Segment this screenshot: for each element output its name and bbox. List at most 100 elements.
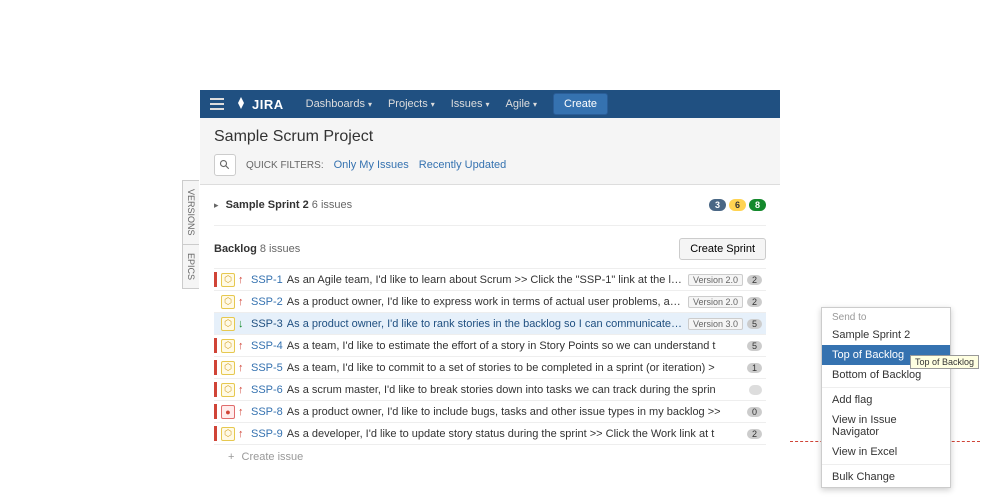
issue-summary: As a team, I'd like to commit to a set o…: [287, 362, 743, 374]
version-tag[interactable]: Version 2.0: [688, 296, 743, 308]
sprint-badge-todo: 3: [709, 199, 726, 211]
issue-key-link[interactable]: SSP-5: [251, 362, 283, 374]
quick-filters-label: QUICK FILTERS:: [246, 160, 324, 171]
estimate-badge: 5: [747, 341, 762, 351]
estimate-badge: [749, 385, 762, 395]
menu-item-view-excel[interactable]: View in Excel: [822, 442, 950, 462]
search-icon: [219, 159, 231, 171]
epic-color-strip: [214, 338, 217, 353]
search-button[interactable]: [214, 154, 236, 176]
chevron-right-icon: ▸: [214, 200, 219, 210]
sprint-issue-count: 6 issues: [312, 199, 352, 211]
estimate-badge: 2: [747, 297, 762, 307]
story-icon: ⬡: [221, 295, 235, 309]
chevron-down-icon: ▾: [533, 100, 537, 109]
issue-summary: As a product owner, I'd like to include …: [287, 406, 743, 418]
filter-only-my-issues[interactable]: Only My Issues: [334, 159, 409, 171]
menu-icon[interactable]: [210, 98, 224, 110]
issue-key-link[interactable]: SSP-3: [251, 318, 283, 330]
plus-icon: +: [228, 451, 234, 463]
story-icon: ⬡: [221, 427, 235, 441]
side-tab-versions[interactable]: VERSIONS: [182, 180, 199, 245]
filter-recently-updated[interactable]: Recently Updated: [419, 159, 506, 171]
project-title: Sample Scrum Project: [214, 128, 766, 146]
side-tab-epics[interactable]: EPICS: [182, 244, 199, 289]
backlog-issue-count: 8 issues: [260, 243, 300, 255]
priority-high-icon: ↑: [238, 384, 248, 396]
estimate-badge: 2: [747, 275, 762, 285]
subheader: Sample Scrum Project QUICK FILTERS: Only…: [200, 118, 780, 185]
issue-row[interactable]: ⬡↑SSP-4 As a team, I'd like to estimate t…: [214, 335, 766, 357]
issue-key-link[interactable]: SSP-1: [251, 274, 283, 286]
nav-agile[interactable]: Agile▾: [498, 98, 545, 110]
nav-dashboards[interactable]: Dashboards▾: [298, 98, 380, 110]
topbar: JIRA Dashboards▾ Projects▾ Issues▾ Agile…: [200, 90, 780, 118]
chevron-down-icon: ▾: [486, 100, 490, 109]
menu-item-add-flag[interactable]: Add flag: [822, 390, 950, 410]
version-tag[interactable]: Version 3.0: [688, 318, 743, 330]
priority-high-icon: ↑: [238, 428, 248, 440]
issue-row[interactable]: ●↑SSP-8 As a product owner, I'd like to i…: [214, 401, 766, 423]
epic-color-strip: [214, 294, 217, 309]
issue-row[interactable]: ⬡↑SSP-2As a product owner, I'd like to e…: [214, 291, 766, 313]
create-button[interactable]: Create: [553, 93, 608, 115]
story-icon: ⬡: [221, 361, 235, 375]
create-sprint-button[interactable]: Create Sprint: [679, 238, 766, 260]
issue-key-link[interactable]: SSP-8: [251, 406, 283, 418]
priority-high-icon: ↑: [238, 340, 248, 352]
priority-high-icon: ↑: [238, 274, 248, 286]
story-icon: ⬡: [221, 317, 235, 331]
issue-summary: As a developer, I'd like to update story…: [287, 428, 743, 440]
issue-key-link[interactable]: SSP-6: [251, 384, 283, 396]
create-issue-label: Create issue: [242, 451, 304, 463]
sprint-badge-done: 8: [749, 199, 766, 211]
issue-summary: As a product owner, I'd like to rank sto…: [287, 318, 684, 330]
menu-item-sample-sprint-2[interactable]: Sample Sprint 2: [822, 325, 950, 345]
sprint-badge-inprogress: 6: [729, 199, 746, 211]
jira-logo[interactable]: JIRA: [234, 96, 284, 113]
issue-key-link[interactable]: SSP-9: [251, 428, 283, 440]
story-icon: ⬡: [221, 339, 235, 353]
context-menu: Send to Sample Sprint 2 Top of Backlog B…: [821, 307, 951, 488]
priority-high-icon: ↑: [238, 406, 248, 418]
tooltip: Top of Backlog: [910, 355, 979, 369]
bug-icon: ●: [221, 405, 235, 419]
estimate-badge: 1: [747, 363, 762, 373]
epic-color-strip: [214, 272, 217, 287]
issue-key-link[interactable]: SSP-4: [251, 340, 283, 352]
issue-row[interactable]: ⬡↑SSP-6As a scrum master, I'd like to br…: [214, 379, 766, 401]
issue-row[interactable]: ⬡↑SSP-9 As a developer, I'd like to updat…: [214, 423, 766, 445]
menu-separator: [822, 387, 950, 388]
issue-row[interactable]: ⬡↓SSP-3 As a product owner, I'd like to r…: [214, 313, 766, 335]
chevron-down-icon: ▾: [368, 100, 372, 109]
epic-color-strip: [214, 360, 217, 375]
backlog-title: Backlog: [214, 243, 257, 255]
priority-low-icon: ↓: [238, 318, 248, 330]
issue-key-link[interactable]: SSP-2: [251, 296, 283, 308]
menu-separator: [822, 464, 950, 465]
sprint-summary-row[interactable]: ▸ Sample Sprint 2 6 issues 3 6 8: [214, 193, 766, 226]
estimate-badge: 0: [747, 407, 762, 417]
priority-high-icon: ↑: [238, 362, 248, 374]
chevron-down-icon: ▾: [431, 100, 435, 109]
estimate-badge: 2: [747, 429, 762, 439]
nav-projects[interactable]: Projects▾: [380, 98, 443, 110]
version-tag[interactable]: Version 2.0: [688, 274, 743, 286]
issue-summary: As a product owner, I'd like to express …: [287, 296, 684, 308]
backlog-issue-list: ⬡↑SSP-1As an Agile team, I'd like to lea…: [214, 268, 766, 445]
issue-summary: As an Agile team, I'd like to learn abou…: [287, 274, 684, 286]
create-issue-link[interactable]: + Create issue: [214, 445, 766, 469]
logo-text: JIRA: [252, 97, 284, 112]
menu-item-view-issue-navigator[interactable]: View in Issue Navigator: [822, 410, 950, 442]
menu-section-send-to: Send to: [822, 308, 950, 325]
logo-icon: [234, 96, 248, 113]
issue-summary: As a scrum master, I'd like to break sto…: [287, 384, 746, 396]
estimate-badge: 5: [747, 319, 762, 329]
epic-color-strip: [214, 382, 217, 397]
issue-row[interactable]: ⬡↑SSP-5 As a team, I'd like to commit to …: [214, 357, 766, 379]
menu-item-bulk-change[interactable]: Bulk Change: [822, 467, 950, 487]
epic-color-strip: [214, 404, 217, 419]
nav-issues[interactable]: Issues▾: [443, 98, 498, 110]
issue-summary: As a team, I'd like to estimate the effo…: [287, 340, 743, 352]
issue-row[interactable]: ⬡↑SSP-1As an Agile team, I'd like to lea…: [214, 269, 766, 291]
